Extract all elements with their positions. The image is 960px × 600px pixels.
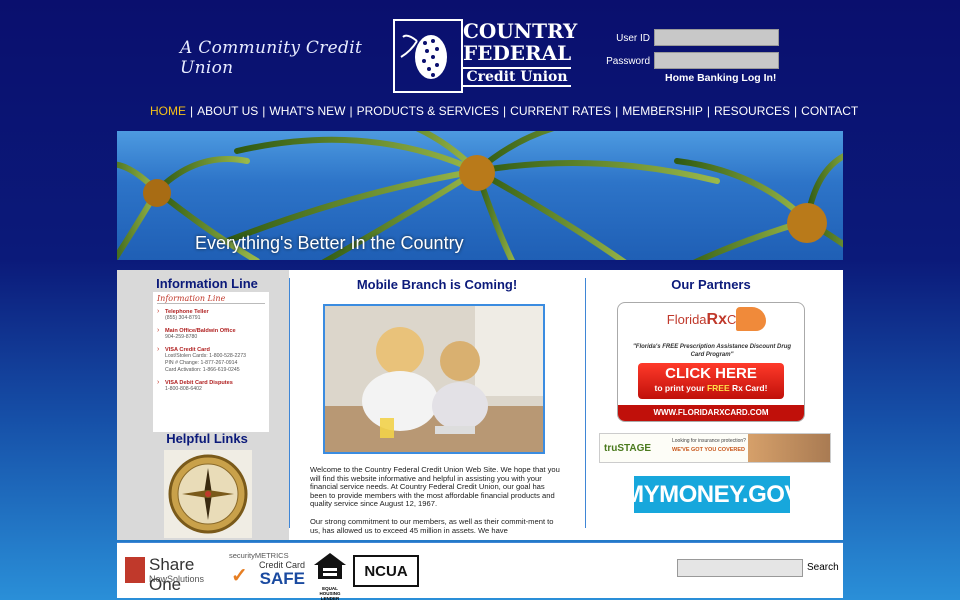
trustage-text-2: WE'VE GOT YOU COVERED <box>672 447 746 453</box>
rx-url: WWW.FLORIDARXCARD.COM <box>618 405 804 421</box>
tagline: A Community Credit Union <box>180 38 363 78</box>
nav-separator: | <box>349 104 353 118</box>
equal-housing-lender-badge[interactable]: EQUAL HOUSING LENDER <box>312 551 348 600</box>
rx-cta-2a: to print your <box>654 383 707 393</box>
checkmark-icon: ✓ <box>231 565 248 587</box>
mymoney-gov-link[interactable]: MYMONEY.GOV <box>624 476 800 513</box>
info-section-line: Lost/Stolen Cards: 1-800-528-2273 <box>165 353 247 359</box>
search-input[interactable] <box>677 559 803 577</box>
nav-separator: | <box>262 104 266 118</box>
logo-line-2: FEDERAL <box>463 41 572 65</box>
banner-slogan: Everything's Better In the Country <box>195 233 464 253</box>
rx-cta-line-2: to print your FREE Rx Card! <box>638 382 784 394</box>
mobile-branch-heading: Mobile Branch is Coming! <box>356 277 518 292</box>
logo-line-1: COUNTRY <box>463 19 578 43</box>
main-nav: HOME | ABOUT US | WHAT'S NEW | PRODUCTS & SERV… <box>150 104 858 120</box>
nav-item-5[interactable]: MEMBERSHIP <box>622 104 703 120</box>
password-label: Password <box>606 56 650 67</box>
security-metrics-title: securityMETRICS <box>229 551 289 560</box>
welcome-paragraph-2: Our strong commitment to our members, as… <box>310 516 554 535</box>
florida-map-icon <box>736 307 766 331</box>
rx-brand-b: Rx <box>706 311 727 328</box>
nav-item-7[interactable]: CONTACT <box>801 104 858 120</box>
welcome-text: Welcome to the Country Federal Credit Un… <box>310 465 562 544</box>
content-panel: Information Line Information Line Teleph… <box>117 270 843 540</box>
left-column: Information Line Information Line Teleph… <box>117 270 289 540</box>
nav-separator: | <box>794 104 798 118</box>
trustage-brand: truSTAGE <box>604 443 652 454</box>
share-one-logo[interactable]: Share One NewSolutions <box>125 555 225 594</box>
compass-icon[interactable] <box>164 450 252 538</box>
pinecone-logo-icon[interactable] <box>393 19 463 93</box>
footer: Share One NewSolutions securityMETRICS C… <box>117 542 843 600</box>
home-banking-login-link[interactable]: Home Banking Log In! <box>665 72 776 84</box>
user-id-input[interactable] <box>654 29 779 46</box>
equal-housing-text: EQUAL HOUSING LENDER <box>319 586 341 600</box>
nav-item-4[interactable]: CURRENT RATES <box>510 104 611 120</box>
search-button[interactable]: Search <box>807 562 839 573</box>
nav-item-6[interactable]: RESOURCES <box>714 104 790 120</box>
info-section-line: 904-259-8780 <box>165 334 198 340</box>
info-section-line: 1-800-808-6402 <box>165 386 202 392</box>
security-metrics-badge[interactable]: securityMETRICS Credit Card SAFE ✓ <box>229 551 305 593</box>
info-section: Main Office/Baldwin Office904-259-8780 <box>157 327 265 341</box>
information-line-card[interactable]: Information Line Telephone Teller(855) 3… <box>153 292 269 432</box>
helpful-links-heading: Helpful Links <box>166 431 248 446</box>
house-icon <box>314 553 346 579</box>
welcome-paragraph-1: Welcome to the Country Federal Credit Un… <box>310 465 560 509</box>
hero-banner: Everything's Better In the Country <box>117 131 843 260</box>
info-section: VISA Debit Card Disputes1-800-808-6402 <box>157 379 265 393</box>
info-card-title: Information Line <box>157 294 265 304</box>
user-id-label: User ID <box>616 33 650 44</box>
rx-cta-2b: FREE <box>706 383 730 393</box>
nav-separator: | <box>503 104 507 118</box>
info-section: VISA Credit CardLost/Stolen Cards: 1-800… <box>157 346 265 374</box>
share-one-sub: NewSolutions <box>149 574 205 584</box>
nav-separator: | <box>190 104 194 118</box>
info-section-line: PIN # Change: 1-877-267-0914 <box>165 360 238 366</box>
trustage-text-1: Looking for insurance protection? <box>672 438 746 444</box>
rx-cta-line-1: CLICK HERE <box>665 365 757 382</box>
info-section-line: Card Activation: 1-866-619-0245 <box>165 367 240 373</box>
info-section: Telephone Teller(855) 304-8791 <box>157 308 265 322</box>
our-partners-heading: Our Partners <box>671 277 751 292</box>
ncua-badge[interactable]: NCUA <box>353 555 419 587</box>
logo-line-3: Credit Union <box>463 67 571 87</box>
florida-rx-card-ad[interactable]: FloridaRxCard "Florida's FREE Prescripti… <box>617 302 805 422</box>
rx-click-here-button[interactable]: CLICK HERE to print your FREE Rx Card! <box>638 363 784 399</box>
nav-separator: | <box>615 104 619 118</box>
information-line-heading: Information Line <box>156 276 258 291</box>
info-card-sections: Telephone Teller(855) 304-8791 Main Offic… <box>157 308 265 393</box>
column-divider-right <box>585 278 586 528</box>
rx-brand-a: Florida <box>666 312 707 327</box>
rx-brand: FloridaRxCard <box>618 311 804 329</box>
column-divider-left <box>289 278 290 528</box>
trustage-ad[interactable]: truSTAGE Looking for insurance protectio… <box>599 433 831 463</box>
nav-item-2[interactable]: WHAT'S NEW <box>269 104 345 120</box>
nav-separator: | <box>706 104 711 118</box>
password-input[interactable] <box>654 52 779 69</box>
logo-wordmark[interactable]: COUNTRY FEDERAL Credit Union <box>463 20 578 87</box>
info-section-line: (855) 304-8791 <box>165 315 201 321</box>
trustage-photo <box>748 434 830 462</box>
rx-cta-2c: Rx Card! <box>729 383 768 393</box>
nav-item-1[interactable]: ABOUT US <box>197 104 258 120</box>
share-one-mark-icon <box>125 557 145 583</box>
nav-item-3[interactable]: PRODUCTS & SERVICES <box>357 104 499 120</box>
mother-daughter-photo[interactable] <box>323 304 545 454</box>
nav-item-0[interactable]: HOME <box>150 104 186 120</box>
rx-tagline: "Florida's FREE Prescription Assistance … <box>632 344 792 358</box>
